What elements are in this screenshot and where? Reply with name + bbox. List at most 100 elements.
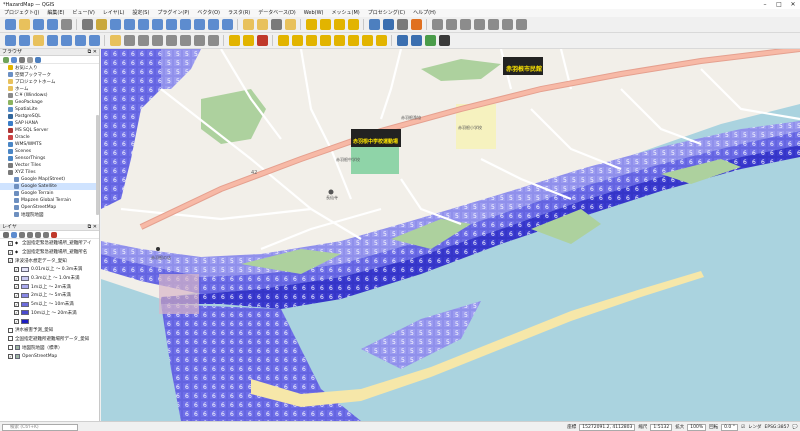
menu-item[interactable]: プラグイン(P)	[153, 9, 193, 17]
remove-layer-icon[interactable]	[51, 231, 57, 238]
info-icon[interactable]	[35, 56, 41, 63]
style-icon[interactable]	[3, 231, 9, 238]
browser-item[interactable]: Vector Tiles	[0, 162, 99, 169]
maximize-button[interactable]: □	[772, 0, 786, 9]
browser-item[interactable]: 地理院地図	[0, 211, 99, 218]
browser-item[interactable]: XYZ Tiles	[0, 169, 99, 176]
filter-icon[interactable]	[19, 56, 25, 63]
eye-icon[interactable]	[19, 231, 25, 238]
zoom-full-icon[interactable]	[137, 19, 149, 30]
undo-icon[interactable]	[151, 35, 163, 46]
vertex-icon[interactable]	[18, 35, 30, 46]
map-svg[interactable]: 6 5 6	[101, 49, 800, 421]
browser-item[interactable]: Mapzen Global Terrain	[0, 197, 99, 204]
layer-visibility-checkbox[interactable]: ✓	[8, 258, 13, 264]
label-rotate-icon[interactable]	[473, 19, 485, 30]
scale-field[interactable]: 1:5132	[650, 423, 673, 431]
browser-item[interactable]: ホーム	[0, 85, 99, 92]
filter-icon[interactable]	[27, 231, 33, 238]
layer-item[interactable]: ✓ 5m以上 ～ 10m未満	[0, 300, 99, 309]
browser-item[interactable]: WMS/WMTS	[0, 141, 99, 148]
georef-icon[interactable]	[291, 35, 303, 46]
move-icon[interactable]	[179, 35, 191, 46]
rotate-icon[interactable]	[193, 35, 205, 46]
settings-icon[interactable]	[438, 35, 450, 46]
annotation-icon[interactable]	[382, 19, 394, 30]
layer-item[interactable]: ✓ 2m以上 ～ 5m未満	[0, 291, 99, 300]
georef-icon[interactable]	[319, 35, 331, 46]
georef-icon[interactable]	[333, 35, 345, 46]
deselect-icon[interactable]	[284, 19, 296, 30]
georef-icon[interactable]	[277, 35, 289, 46]
new-project-icon[interactable]	[4, 19, 16, 30]
layer-item[interactable]: ✓ 0.3m以上 ～ 1.0m未満	[0, 274, 99, 283]
zoom-last-icon[interactable]	[179, 19, 191, 30]
save-as-icon[interactable]	[46, 19, 58, 30]
georef-icon[interactable]	[305, 35, 317, 46]
layer-visibility-checkbox[interactable]: ✓	[14, 266, 19, 272]
layer-item[interactable]: ✓ 津波浸水想定データ_愛知	[0, 256, 99, 265]
delete-icon[interactable]	[88, 35, 100, 46]
add-layer-icon[interactable]	[11, 56, 17, 63]
menu-item[interactable]: プロセシング(C)	[364, 9, 409, 17]
collapse-icon[interactable]	[27, 56, 33, 63]
menu-item[interactable]: 設定(S)	[128, 9, 153, 17]
label-move-icon[interactable]	[459, 19, 471, 30]
layer-visibility-checkbox[interactable]	[8, 336, 13, 342]
menu-item[interactable]: 編集(E)	[43, 9, 68, 17]
browser-item[interactable]: C:¥ (Windows)	[0, 92, 99, 99]
save-project-icon[interactable]	[32, 19, 44, 30]
add-ring-icon[interactable]	[60, 35, 72, 46]
layer-visibility-checkbox[interactable]: ✓	[14, 319, 19, 325]
layer-item[interactable]: ✓ 0.01m以上 ～ 0.3m未満	[0, 265, 99, 274]
browser-item[interactable]: OpenStreetMap	[0, 204, 99, 211]
layer-visibility-checkbox[interactable]: ✓	[8, 240, 13, 246]
browser-item[interactable]: GeoPackage	[0, 99, 99, 106]
layer-item[interactable]: 洪水被害予測_愛知	[0, 326, 99, 335]
zoom-out-icon[interactable]	[123, 19, 135, 30]
layer-visibility-checkbox[interactable]: ✓	[14, 310, 19, 316]
menu-item[interactable]: メッシュ(M)	[328, 9, 364, 17]
menu-item[interactable]: Web(W)	[300, 9, 328, 17]
render-checkbox[interactable]: ☑	[741, 425, 745, 430]
panel-close-icon[interactable]: ⧉ ✕	[88, 224, 97, 231]
layer-visibility-checkbox[interactable]: ✓	[14, 284, 19, 290]
menu-item[interactable]: ベクタ(O)	[193, 9, 224, 17]
browser-item[interactable]: お気に入り	[0, 64, 99, 71]
layer-visibility-checkbox[interactable]: ✓	[8, 353, 13, 359]
layer-item[interactable]: 地図院地図（標準）	[0, 343, 99, 352]
georef-icon[interactable]	[347, 35, 359, 46]
minimize-button[interactable]: –	[758, 0, 772, 9]
locator-search-input[interactable]: 検索 (Ctrl+K)	[2, 423, 78, 431]
browser-item[interactable]: Google Map(Street)	[0, 176, 99, 183]
paste-icon[interactable]	[137, 35, 149, 46]
add-feature-icon[interactable]	[46, 35, 58, 46]
zoom-layer-icon[interactable]	[151, 19, 163, 30]
layer-visibility-checkbox[interactable]: ✓	[14, 301, 19, 307]
browser-item[interactable]: SAP HANA	[0, 120, 99, 127]
collapse-icon[interactable]	[43, 231, 49, 238]
python-icon[interactable]	[396, 35, 408, 46]
layout-icon[interactable]	[368, 19, 380, 30]
layer-item[interactable]: ✓	[0, 317, 99, 326]
layer-item[interactable]: ✓ ◆ 全国指定緊急避難場所_避難所アイ	[0, 239, 99, 248]
coord-field[interactable]: 15272091.2, 4112803	[579, 423, 636, 431]
rotation-field[interactable]: 0.0 °	[721, 423, 738, 431]
plugin-icon[interactable]	[515, 19, 527, 30]
map-canvas[interactable]: 6 5 6	[101, 49, 800, 421]
digitize-icon[interactable]	[4, 35, 16, 46]
menu-item[interactable]: レイヤ(L)	[99, 9, 129, 17]
field-calc-icon[interactable]	[319, 19, 331, 30]
processing-icon[interactable]	[410, 35, 422, 46]
messages-icon[interactable]: 💬	[792, 425, 798, 430]
measure-icon[interactable]	[347, 19, 359, 30]
statistics-icon[interactable]	[333, 19, 345, 30]
layer-item[interactable]: ✓ OpenStreetMap	[0, 352, 99, 361]
layer-item[interactable]: ✓ 1m以上 ～ 2m未満	[0, 282, 99, 291]
globe-icon[interactable]	[424, 35, 436, 46]
label-change-icon[interactable]	[487, 19, 499, 30]
new-map-view-icon[interactable]	[207, 19, 219, 30]
browser-item[interactable]: PostgreSQL	[0, 113, 99, 120]
magnifier-field[interactable]: 100%	[687, 423, 707, 431]
menu-item[interactable]: ラスタ(R)	[224, 9, 254, 17]
